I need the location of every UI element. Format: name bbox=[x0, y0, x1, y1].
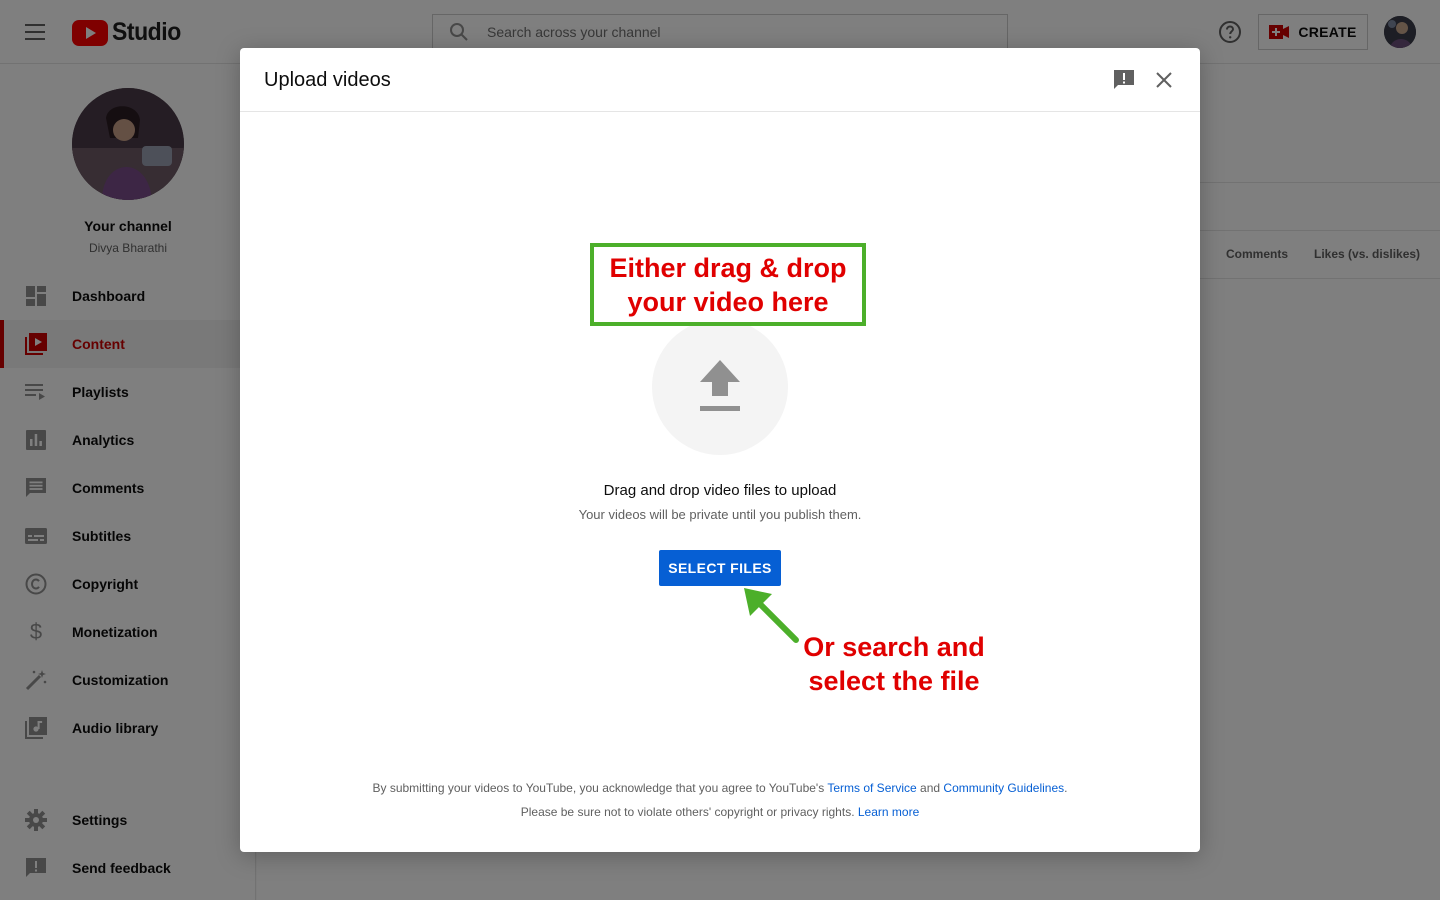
legal-text-line1: By submitting your videos to YouTube, yo… bbox=[240, 781, 1200, 795]
dialog-header: Upload videos bbox=[240, 48, 1200, 112]
legal-prefix: By submitting your videos to YouTube, yo… bbox=[372, 781, 825, 795]
community-guidelines-link[interactable]: Community Guidelines bbox=[943, 781, 1064, 795]
annotation-box-line2: your video here bbox=[627, 286, 829, 317]
annotation-drag-drop-box: Either drag & drop your video here bbox=[590, 243, 866, 326]
legal-prefix-2: Please be sure not to violate others' co… bbox=[520, 805, 855, 819]
annotation-select-file-text: Or search and select the file bbox=[794, 630, 994, 698]
feedback-icon bbox=[1114, 70, 1134, 89]
legal-period: . bbox=[1064, 781, 1068, 795]
legal-and: and bbox=[920, 781, 941, 795]
drop-subtitle: Your videos will be private until you pu… bbox=[578, 507, 862, 522]
terms-of-service-link[interactable]: Terms of Service bbox=[827, 781, 916, 795]
dialog-title: Upload videos bbox=[264, 69, 391, 91]
upload-videos-dialog: Upload videos Drag and drop video files … bbox=[240, 48, 1200, 852]
close-icon bbox=[1156, 72, 1172, 88]
select-files-button[interactable]: SELECT FILES bbox=[659, 550, 781, 586]
dialog-close-button[interactable] bbox=[1150, 66, 1178, 94]
annotation-arrow-line2: select the file bbox=[808, 666, 980, 696]
annotation-arrow-line1: Or search and bbox=[803, 632, 985, 662]
legal-text-line2: Please be sure not to violate others' co… bbox=[240, 805, 1200, 819]
upload-drop-zone[interactable] bbox=[652, 319, 788, 455]
annotation-box-line1: Either drag & drop bbox=[609, 252, 847, 283]
learn-more-link[interactable]: Learn more bbox=[858, 805, 919, 819]
drop-title: Drag and drop video files to upload bbox=[603, 482, 837, 499]
upload-arrow-icon bbox=[700, 360, 740, 411]
dialog-feedback-button[interactable] bbox=[1110, 66, 1138, 94]
annotation-arrow-icon bbox=[744, 588, 799, 643]
